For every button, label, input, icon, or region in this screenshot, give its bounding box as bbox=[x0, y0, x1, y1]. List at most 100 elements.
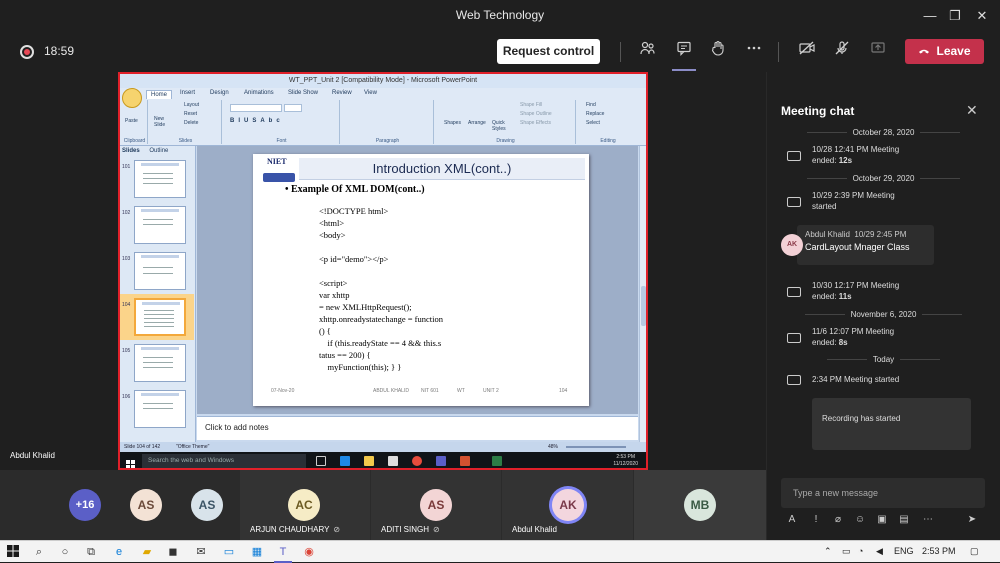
code-line: tatus == 200) { bbox=[319, 350, 371, 360]
share-icon[interactable] bbox=[866, 40, 890, 64]
toolbar-divider bbox=[778, 42, 779, 62]
ppt-tab-view: View bbox=[364, 90, 377, 96]
ribbon-group-slides: New Slide Layout Reset Delete Slides bbox=[150, 100, 222, 144]
participant-name: ARJUN CHAUDHARY ⊘ bbox=[250, 525, 340, 534]
find-label: Find bbox=[586, 102, 596, 108]
thumb-number: 105 bbox=[122, 348, 131, 354]
slide-footer-date: 07-Nov-20 bbox=[271, 388, 295, 394]
chrome-icon[interactable]: ◉ bbox=[302, 545, 316, 559]
people-icon[interactable] bbox=[636, 40, 660, 64]
code-line: <html> bbox=[319, 218, 345, 228]
search-icon[interactable]: ⌕ bbox=[32, 545, 46, 559]
slide-footer-page: 104 bbox=[559, 388, 568, 394]
event-line2: ended: 11s bbox=[812, 291, 952, 302]
chat-event: 10/28 12:41 PM Meeting ended: 12s bbox=[812, 144, 952, 166]
chat-date-divider: October 29, 2020 bbox=[767, 174, 1000, 183]
recording-card: Recording has started bbox=[812, 398, 971, 450]
ribbon-group-clipboard: Paste Clipboard bbox=[122, 100, 148, 144]
participant-name: Abdul Khalid bbox=[512, 525, 557, 534]
paste-label: Paste bbox=[125, 118, 138, 124]
window-title: Web Technology bbox=[455, 8, 545, 22]
request-control-button[interactable]: Request control bbox=[497, 39, 600, 64]
cortana-icon[interactable]: ○ bbox=[58, 545, 72, 559]
participant-avatar[interactable]: AS bbox=[191, 489, 223, 521]
thumb-number: 104 bbox=[122, 302, 131, 308]
restore-button[interactable]: ❐ bbox=[945, 6, 965, 26]
chat-message[interactable]: Abdul Khalid 10/29 2:45 PM CardLayout Mn… bbox=[797, 225, 934, 265]
leave-button[interactable]: Leave bbox=[905, 39, 984, 64]
chat-message-input[interactable]: Type a new message bbox=[781, 478, 985, 508]
windows-start-icon[interactable] bbox=[6, 545, 20, 559]
app-icon[interactable]: ▦ bbox=[250, 545, 264, 559]
emoji-icon[interactable]: ☺ bbox=[853, 514, 867, 525]
participant-tile[interactable]: MB bbox=[634, 470, 766, 540]
close-chat-icon[interactable]: ✕ bbox=[966, 102, 978, 119]
participant-name: ADITI SINGH ⊘ bbox=[381, 525, 440, 534]
ribbon-group-paragraph: Paragraph bbox=[342, 100, 434, 144]
message-avatar: AK bbox=[781, 234, 803, 256]
code-line: myFunction(this); } } bbox=[319, 362, 402, 372]
participant-tile[interactable]: AC ARJUN CHAUDHARY ⊘ bbox=[240, 470, 370, 540]
shared-clock-date: 11/12/2020 bbox=[613, 461, 638, 467]
ppt-tab-insert: Insert bbox=[180, 90, 196, 96]
message-author: Abdul Khalid bbox=[805, 230, 850, 239]
chat-event: 10/30 12:17 PM Meeting ended: 11s bbox=[812, 280, 952, 302]
format-icon[interactable]: A bbox=[785, 514, 799, 525]
code-line: <p id="demo"></p> bbox=[319, 254, 389, 264]
code-line: if (this.readyState == 4 && this.s bbox=[319, 338, 442, 348]
important-icon[interactable]: ! bbox=[809, 514, 823, 525]
participant-avatar: MB bbox=[684, 489, 716, 521]
ribbon-group-label: Drawing bbox=[496, 138, 515, 144]
remote-desktop-icon[interactable]: ▭ bbox=[222, 545, 236, 559]
send-icon[interactable]: ➤ bbox=[965, 514, 979, 525]
ppt-window-title: WT_PPT_Unit 2 [Compatibility Mode] - Mic… bbox=[120, 74, 646, 88]
file-explorer-icon[interactable]: ▰ bbox=[140, 545, 154, 559]
participant-avatar[interactable]: AS bbox=[130, 489, 162, 521]
input-language[interactable]: ENG bbox=[894, 546, 914, 556]
code-line: xhttp.onreadystatechange = function bbox=[319, 314, 443, 324]
code-line: <script> bbox=[319, 278, 348, 288]
tray-chevron-icon[interactable]: ⌃ bbox=[824, 546, 832, 557]
shared-search-box: Search the web and Windows bbox=[142, 454, 306, 468]
event-duration: 8s bbox=[838, 338, 848, 347]
minimize-button[interactable]: — bbox=[920, 6, 940, 26]
mic-off-icon[interactable] bbox=[830, 40, 854, 64]
volume-icon[interactable]: ◀ bbox=[876, 546, 883, 557]
windows-start-icon bbox=[126, 456, 135, 468]
system-clock[interactable]: 2:53 PM bbox=[922, 546, 956, 556]
sticker-icon[interactable]: ▤ bbox=[897, 514, 911, 525]
ribbon-group-label: Slides bbox=[178, 138, 193, 144]
network-icon[interactable]: ◔ bbox=[858, 546, 863, 556]
battery-icon[interactable]: ▭ bbox=[842, 546, 851, 557]
mail-icon[interactable]: ✉ bbox=[194, 545, 208, 559]
slide-footer-unit: UNIT 2 bbox=[483, 388, 499, 394]
raise-hand-icon[interactable] bbox=[706, 40, 730, 64]
event-line: 10/30 12:17 PM Meeting bbox=[812, 281, 900, 290]
slide-thumbnail bbox=[134, 390, 186, 428]
more-options-icon[interactable]: ⋯ bbox=[921, 514, 935, 525]
participant-avatar: AS bbox=[420, 489, 452, 521]
teams-icon[interactable]: T bbox=[276, 545, 290, 559]
notifications-icon[interactable]: ▢ bbox=[970, 546, 979, 557]
participant-avatar: AC bbox=[288, 489, 320, 521]
participant-tile-speaker[interactable]: AK Abdul Khalid bbox=[502, 470, 633, 540]
ppt-tab-slideshow: Slide Show bbox=[288, 90, 319, 96]
chat-event: 2:34 PM Meeting started bbox=[812, 374, 952, 385]
task-view-icon[interactable]: ⧉ bbox=[84, 545, 98, 559]
participant-tile[interactable]: AS ADITI SINGH ⊘ bbox=[371, 470, 501, 540]
close-window-button[interactable]: ✕ bbox=[972, 6, 992, 26]
meeting-event-icon bbox=[787, 287, 801, 297]
slide-footer-author: ABDUL KHALID bbox=[373, 388, 409, 394]
slide-title: Introduction XML(cont..) bbox=[372, 161, 512, 176]
chat-icon[interactable] bbox=[672, 40, 696, 64]
edge-icon[interactable]: e bbox=[112, 545, 126, 559]
more-icon[interactable] bbox=[742, 40, 766, 64]
thumb-number: 103 bbox=[122, 256, 131, 262]
teams-icon bbox=[436, 456, 446, 466]
store-icon[interactable]: ◼ bbox=[166, 545, 180, 559]
pane-tab-outline: Outline bbox=[149, 148, 169, 154]
overflow-participants-badge[interactable]: +16 bbox=[69, 489, 101, 521]
camera-off-icon[interactable] bbox=[795, 40, 819, 64]
gif-icon[interactable]: ▣ bbox=[875, 514, 889, 525]
attach-icon[interactable]: ⌀ bbox=[831, 514, 845, 525]
